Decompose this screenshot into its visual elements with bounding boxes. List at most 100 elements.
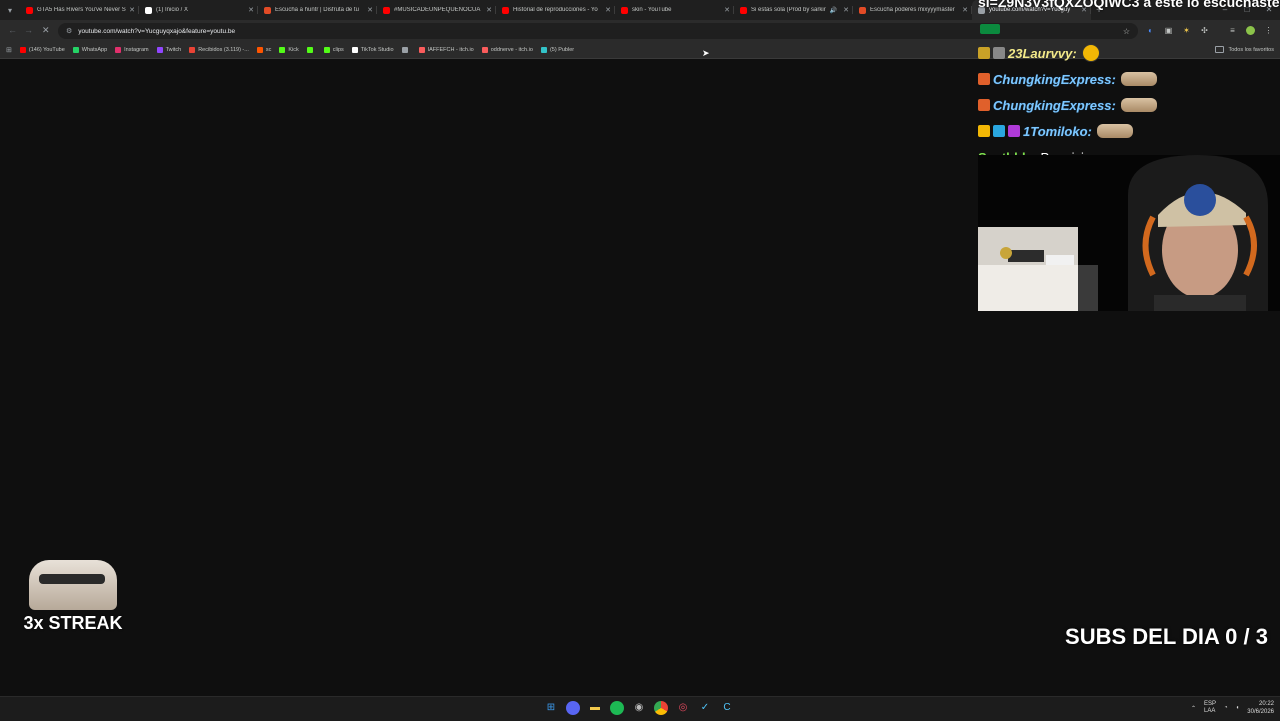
bookmark-label: sc <box>265 47 272 53</box>
bookmark-item[interactable]: Recibidos (3.119) -... <box>189 47 249 53</box>
bookmark-item[interactable]: Twitch <box>156 47 182 53</box>
address-bar[interactable]: ⚙ youtube.com/watch?v=Yucguyqxajo&featur… <box>58 23 1138 39</box>
bookmark-label: Kick <box>288 47 299 53</box>
browser-tab[interactable]: Si estas sola (Prod by sarkir 🔊 ✕ <box>734 0 853 20</box>
chat-colon: : <box>1111 71 1116 87</box>
tab-close-icon[interactable]: ✕ <box>962 6 968 14</box>
mouse-cursor-icon: ➤ <box>702 48 710 58</box>
streak-widget: 3x STREAK <box>18 560 128 634</box>
tab-close-icon[interactable]: ✕ <box>605 6 611 14</box>
tab-close-icon[interactable]: ✕ <box>248 6 254 14</box>
tab-close-icon[interactable]: ✕ <box>367 6 373 14</box>
stream-chat: 23Laurvvy: ChungkingExpress: ChungkingExpr… <box>978 40 1278 170</box>
windows-start-icon[interactable]: ⊞ <box>544 701 558 715</box>
tray-chevron-icon[interactable]: ⌃ <box>1191 705 1196 712</box>
chat-colon: : <box>1087 123 1092 139</box>
chrome-icon[interactable] <box>654 701 668 715</box>
tab-title: Historial de reproducciones - Yo <box>513 7 598 13</box>
side-panel-icon[interactable]: ≡ <box>1228 26 1237 35</box>
bookmark-label: Twitch <box>165 47 182 53</box>
obs-icon[interactable]: ◉ <box>632 701 646 715</box>
bookmark-item[interactable] <box>401 47 411 53</box>
menu-icon[interactable]: ⋮ <box>1264 26 1273 35</box>
tray-lang[interactable]: ESP LAA <box>1204 701 1216 715</box>
bookmark-star-icon[interactable]: ☆ <box>1123 27 1130 36</box>
spotify-icon[interactable] <box>610 701 624 715</box>
bookmark-favicon-icon <box>115 47 122 53</box>
app2-icon[interactable]: C <box>720 701 734 715</box>
apps-grid-icon[interactable]: ⊞ <box>6 46 12 54</box>
app-icon[interactable]: ◎ <box>676 701 690 715</box>
bookmark-item[interactable]: (146) YouTube <box>19 47 65 53</box>
bookmark-item[interactable]: Instagram <box>115 47 149 53</box>
bookmark-item[interactable]: (5) Publer <box>540 47 575 53</box>
browser-tab[interactable]: GTA5 Has Rivers You've Never S ✕ <box>20 0 139 20</box>
cast-icon[interactable]: ▣ <box>1164 26 1173 35</box>
tab-favicon-icon <box>621 6 628 14</box>
site-info-icon[interactable]: ⚙ <box>66 27 72 35</box>
tab-title: GTA5 Has Rivers You've Never S <box>37 7 126 13</box>
tab-close-icon[interactable]: ✕ <box>129 6 135 14</box>
bookmark-item[interactable]: IAFFEFCH - itch.io <box>418 47 474 53</box>
tab-search-icon[interactable]: ▾ <box>0 0 20 20</box>
extension-icon[interactable]: ◐ <box>1146 26 1155 35</box>
bookmark-item[interactable]: sc <box>256 47 272 53</box>
profile-avatar-icon[interactable] <box>1246 26 1255 35</box>
tab-close-icon[interactable]: ✕ <box>486 6 492 14</box>
bookmark-favicon-icon <box>481 47 488 53</box>
url-text[interactable]: youtube.com/watch?v=Yucguyqxajo&feature=… <box>78 28 235 35</box>
browser-tab[interactable]: Historial de reproducciones - Yo ✕ <box>496 0 615 20</box>
bookmark-label: (5) Publer <box>549 47 575 53</box>
browser-tab[interactable]: Escucha poderes mixyyymaster ✕ <box>853 0 972 20</box>
extensions-puzzle-icon[interactable]: ✣ <box>1200 26 1209 35</box>
chat-username: 1Tomiloko <box>1023 123 1088 139</box>
browser-tab[interactable]: Escucha a huntr | Disfruta de tu ✕ <box>258 0 377 20</box>
browser-tab[interactable]: skin - YouTube ✕ <box>615 0 734 20</box>
bookmark-favicon-icon <box>256 47 263 53</box>
clock-time: 20:22 <box>1258 701 1274 707</box>
bookmark-item[interactable] <box>306 47 316 53</box>
discord-icon[interactable] <box>566 701 580 715</box>
bookmark-item[interactable]: WhatsApp <box>72 47 107 53</box>
chat-emote-icon <box>1120 72 1157 86</box>
chat-message: 23Laurvvy: <box>978 40 1278 66</box>
green-badge-icon <box>980 24 1000 34</box>
stop-icon[interactable]: ✕ <box>42 25 50 36</box>
bookmark-label: (146) YouTube <box>28 47 65 53</box>
tab-title: Escucha poderes mixyyymaster <box>870 7 955 13</box>
tab-close-icon[interactable]: ✕ <box>843 6 849 14</box>
file-explorer-icon[interactable]: ▬ <box>588 701 602 715</box>
tab-favicon-icon <box>740 6 747 14</box>
back-icon[interactable]: ← <box>8 25 17 35</box>
extension-bolt-icon[interactable]: ✶ <box>1182 26 1191 35</box>
chat-colon: : <box>1111 97 1116 113</box>
chat-badge-icon <box>993 125 1005 137</box>
bookmark-label: oddnerve - itch.io <box>490 47 533 53</box>
browser-tab[interactable]: (1) Inicio / X ✕ <box>139 0 258 20</box>
chat-badge-icon <box>1008 125 1020 137</box>
webcam-feed <box>978 155 1280 311</box>
bookmark-favicon-icon <box>323 47 330 53</box>
bookmark-favicon-icon <box>306 47 313 53</box>
tabs-container: GTA5 Has Rivers You've Never S ✕ (1) Inici… <box>20 0 1091 20</box>
chat-emote-icon <box>1096 124 1133 138</box>
chat-message: ChungkingExpress: <box>978 92 1278 118</box>
bookmark-item[interactable]: TikTok Studio <box>351 47 394 53</box>
browser-tab[interactable]: #MÚSICADEUNPEQUEÑOCUA ✕ <box>377 0 496 20</box>
bookmark-favicon-icon <box>279 47 286 53</box>
volume-icon[interactable]: ◖ <box>1236 705 1240 711</box>
bookmark-favicon-icon <box>19 47 26 53</box>
chat-emote-icon <box>1081 44 1100 62</box>
bookmark-item[interactable]: Kick <box>279 47 299 53</box>
wifi-icon[interactable]: ◔ <box>1224 705 1228 711</box>
forward-icon[interactable]: → <box>24 25 33 35</box>
bookmark-item[interactable]: clips <box>323 47 344 53</box>
tab-favicon-icon <box>502 6 509 14</box>
tab-audio-icon[interactable]: 🔊 <box>830 7 837 14</box>
bookmark-item[interactable]: oddnerve - itch.io <box>481 47 533 53</box>
chat-badge-icon <box>978 99 990 111</box>
steam-icon[interactable]: ✓ <box>698 701 712 715</box>
clock[interactable]: 20:22 30/6/2026 <box>1247 700 1274 716</box>
tab-favicon-icon <box>145 6 152 14</box>
tab-close-icon[interactable]: ✕ <box>724 6 730 14</box>
